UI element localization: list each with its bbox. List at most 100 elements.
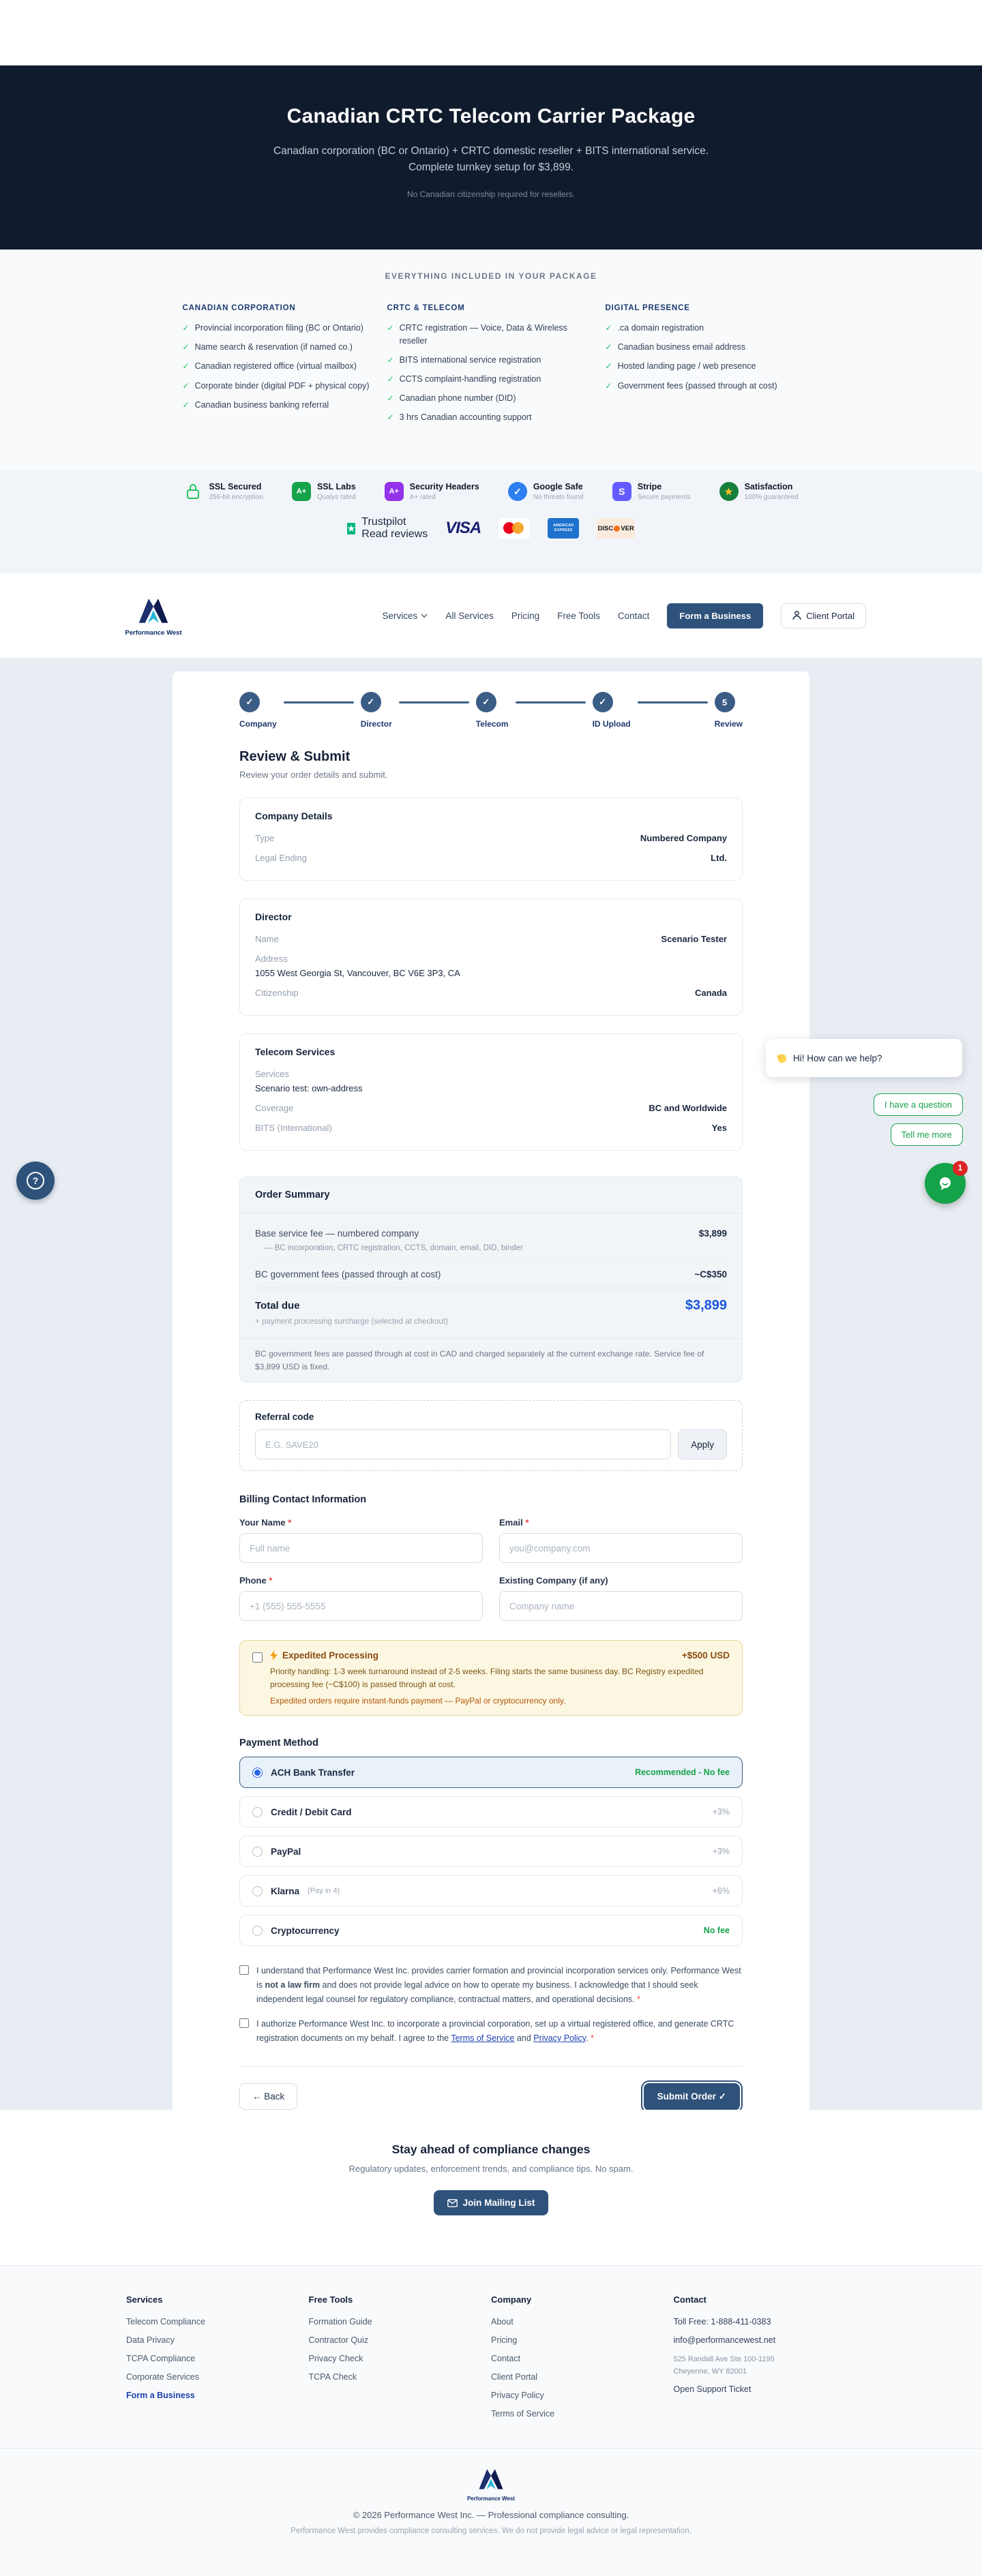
nav-link-free-tools[interactable]: Free Tools	[557, 611, 600, 621]
back-button[interactable]: ← Back	[239, 2083, 297, 2110]
disclaimer-text: Performance West provides compliance con…	[0, 2527, 982, 2535]
payment-option-klarna[interactable]: Klarna (Pay in 4) +6%	[239, 1875, 743, 1907]
apply-button[interactable]: Apply	[678, 1429, 727, 1459]
badge-trustpilot[interactable]: ★ TrustpilotRead reviews	[347, 516, 428, 541]
chat-option-tell-me-more[interactable]: Tell me more	[891, 1123, 963, 1146]
brand-name: Performance West	[125, 629, 181, 637]
badge-google-safe: ✓ Google SafeNo threats found	[508, 482, 584, 501]
feature-column-title: CANADIAN CORPORATION	[183, 304, 387, 312]
required-asterisk: *	[288, 1517, 291, 1528]
submit-order-button[interactable]: Submit Order ✓	[644, 2083, 740, 2110]
help-floating-button[interactable]: ?	[16, 1162, 55, 1200]
detail-row: Address	[255, 949, 727, 965]
check-icon: ✓	[183, 399, 190, 412]
page-title: Canadian CRTC Telecom Carrier Package	[0, 105, 982, 128]
ack1-checkbox[interactable]	[239, 1965, 249, 1975]
discover-logo: DISCVER	[597, 518, 635, 539]
footer-link[interactable]: Contact	[491, 2354, 674, 2363]
step-id-upload[interactable]: ✓ID Upload	[593, 692, 631, 729]
stripe-icon: S	[612, 482, 631, 501]
payment-fee: No fee	[704, 1926, 730, 1935]
client-portal-button[interactable]: Client Portal	[781, 603, 866, 628]
feature-item: ✓Canadian phone number (DID)	[387, 392, 606, 405]
detail-row: BITS (International)Yes	[255, 1118, 727, 1138]
payment-option-crypto[interactable]: Cryptocurrency No fee	[239, 1915, 743, 1946]
expedited-processing-box: Expedited Processing +$500 USD Priority …	[239, 1640, 743, 1716]
hero-subtitle: Canadian corporation (BC or Ontario) + C…	[273, 143, 709, 176]
footer-link[interactable]: Client Portal	[491, 2372, 674, 2382]
a-plus-icon: A+	[292, 482, 311, 501]
chat-bubble-icon	[935, 1173, 955, 1194]
mountain-logo-icon	[135, 595, 172, 626]
radio-icon	[252, 1886, 263, 1896]
nav-link-pricing[interactable]: Pricing	[511, 611, 539, 621]
step-director[interactable]: ✓Director	[361, 692, 392, 729]
terms-of-service-link[interactable]: Terms of Service	[451, 2033, 514, 2043]
form-a-business-button[interactable]: Form a Business	[667, 603, 763, 628]
step-telecom[interactable]: ✓Telecom	[476, 692, 509, 729]
feature-item: ✓3 hrs Canadian accounting support	[387, 411, 606, 424]
footer-link[interactable]: Terms of Service	[491, 2409, 674, 2419]
base-fee-value: $3,899	[699, 1228, 727, 1239]
telecom-services-card: Telecom Services Services Scenario test:…	[239, 1033, 743, 1151]
feature-item: ✓BITS international service registration	[387, 354, 606, 367]
brand-logo[interactable]: Performance West	[116, 595, 191, 637]
referral-code-input[interactable]	[255, 1429, 671, 1459]
footer-link[interactable]: About	[491, 2317, 674, 2327]
visa-logo: VISA	[445, 519, 481, 538]
feature-item: ✓Corporate binder (digital PDF + physica…	[183, 380, 387, 393]
payment-option-paypal[interactable]: PayPal +3%	[239, 1836, 743, 1867]
name-input[interactable]	[239, 1533, 483, 1563]
footer-link[interactable]: TCPA Compliance	[126, 2354, 309, 2363]
footer-link[interactable]: Telecom Compliance	[126, 2317, 309, 2327]
footer-link[interactable]: TCPA Check	[309, 2372, 492, 2382]
nav-link-services[interactable]: Services	[383, 611, 428, 621]
footer-link[interactable]: Pricing	[491, 2335, 674, 2345]
payment-option-ach[interactable]: ACH Bank Transfer Recommended - No fee	[239, 1757, 743, 1788]
expedited-price: +$500 USD	[682, 1650, 730, 1661]
card-title: Director	[255, 911, 727, 922]
expedited-checkbox[interactable]	[252, 1652, 263, 1663]
email-input[interactable]	[499, 1533, 743, 1563]
existing-company-field-group: Existing Company (if any)	[499, 1575, 743, 1621]
footer-link[interactable]: Privacy Check	[309, 2354, 492, 2363]
trust-badges-section: SSL Secured256-bit encryption A+ SSL Lab…	[0, 471, 982, 573]
footer-bottom: Performance West © 2026 Performance West…	[0, 2448, 982, 2535]
nav-link-contact[interactable]: Contact	[618, 611, 650, 621]
footer-link[interactable]: Contractor Quiz	[309, 2335, 492, 2345]
footer-link[interactable]: Corporate Services	[126, 2372, 309, 2382]
check-icon: ✓	[387, 411, 394, 424]
footer-link-form-a-business[interactable]: Form a Business	[126, 2391, 309, 2400]
existing-company-input[interactable]	[499, 1591, 743, 1621]
footer-link[interactable]: Privacy Policy	[491, 2391, 674, 2400]
phone-input[interactable]	[239, 1591, 483, 1621]
payment-option-card[interactable]: Credit / Debit Card +3%	[239, 1796, 743, 1828]
feature-item: ✓.ca domain registration	[606, 322, 800, 335]
feature-item: ✓Canadian business email address	[606, 341, 800, 354]
open-support-ticket-link[interactable]: Open Support Ticket	[674, 2384, 857, 2394]
footer-email[interactable]: info@performancewest.net	[674, 2335, 857, 2345]
footer-link[interactable]: Data Privacy	[126, 2335, 309, 2345]
chat-floating-button[interactable]: 1	[925, 1163, 966, 1204]
gov-fees-value: ~C$350	[694, 1269, 727, 1279]
company-details-card: Company Details TypeNumbered Company Leg…	[239, 798, 743, 881]
check-icon: ✓	[606, 360, 612, 373]
base-fee-note: — BC incorporation, CRTC registration, C…	[255, 1243, 727, 1261]
step-review[interactable]: 5Review	[715, 692, 743, 729]
order-summary-footnote: BC government fees are passed through at…	[240, 1338, 742, 1382]
footer-link[interactable]: Formation Guide	[309, 2317, 492, 2327]
acknowledgement-2: I authorize Performance West Inc. to inc…	[239, 2017, 743, 2045]
step-company[interactable]: ✓Company	[239, 692, 277, 729]
feature-column-corporation: CANADIAN CORPORATION ✓Provincial incorpo…	[183, 304, 387, 430]
detail-row: Legal EndingLtd.	[255, 848, 727, 868]
badge-ssl-secured: SSL Secured256-bit encryption	[183, 482, 263, 501]
mastercard-logo	[499, 518, 530, 539]
ack2-checkbox[interactable]	[239, 2018, 249, 2028]
nav-link-all-services[interactable]: All Services	[445, 611, 494, 621]
join-mailing-list-button[interactable]: Join Mailing List	[434, 2190, 549, 2215]
feature-list: ✓Provincial incorporation filing (BC or …	[183, 322, 387, 412]
footer-column-services: Services Telecom ComplianceData PrivacyT…	[126, 2294, 309, 2427]
chat-option-question[interactable]: I have a question	[874, 1093, 963, 1116]
privacy-policy-link[interactable]: Privacy Policy	[533, 2033, 586, 2043]
feature-item: ✓CCTS complaint-handling registration	[387, 373, 606, 386]
